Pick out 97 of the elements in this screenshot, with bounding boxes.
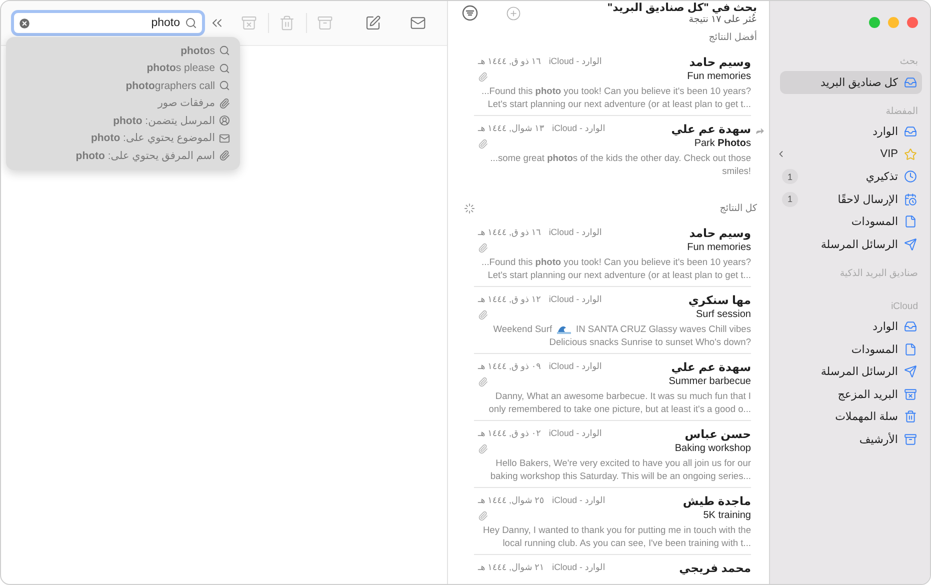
sidebar-heading: بحث bbox=[898, 55, 919, 67]
sender-name: محمد فريجي bbox=[678, 562, 751, 574]
search-icon bbox=[185, 17, 197, 29]
message-preview: ...Found this photo you took! Can you believe it's been 10 years? Let's start planning our next adventure (or at least plan to get t... bbox=[480, 85, 751, 110]
message-preview: Danny, What an awesome barbecue. It was su much fun that I only remembered to take one picture, but at least it's a good o... bbox=[488, 390, 751, 415]
star-icon bbox=[904, 148, 917, 161]
sidebar-item[interactable]: سلة المهملات bbox=[780, 406, 922, 428]
mailbox-label: الوارد - iCloud bbox=[548, 56, 602, 67]
count-badge: 1 bbox=[782, 192, 798, 207]
message-date: ٠٩ ذو ق, ١٤٤٤ هـ bbox=[478, 361, 541, 372]
message-preview: ...some great photos of the kids the other day. Check out those smiles! bbox=[489, 152, 751, 177]
message-preview: IN SANTA CRUZ Glassy waves Chill vibes bbox=[576, 323, 751, 336]
sidebar-heading: iCloud bbox=[890, 300, 919, 312]
section-heading: أفضل النتائج bbox=[708, 32, 757, 42]
message-subject: Park Photos bbox=[693, 138, 751, 149]
sender-name: ماجدة طيش bbox=[682, 494, 751, 508]
plus-icon bbox=[506, 6, 521, 20]
mailbox-label: الوارد - iCloud bbox=[548, 227, 602, 238]
sender-name: مها سنكري bbox=[687, 294, 751, 306]
mailbox-label: الوارد - iCloud bbox=[548, 428, 602, 439]
sender-name: سهدة عم علي bbox=[670, 360, 751, 374]
mailbox-label: الوارد - iCloud bbox=[552, 562, 606, 573]
calendar-icon bbox=[904, 192, 917, 206]
sidebar-item[interactable]: الرسائل المرسلة bbox=[780, 360, 922, 383]
message-preview: Delicious snacks Sunrise to sunset Who's down? bbox=[549, 336, 751, 348]
message-date: ٠٢ ذو ق, ١٤٤٤ هـ bbox=[478, 428, 541, 439]
sender-name: سهدة عم علي bbox=[670, 122, 751, 136]
close-button[interactable] bbox=[907, 17, 918, 28]
message-date: ١٦ ذو ق, ١٤٤٤ هـ bbox=[478, 227, 541, 238]
box-x-icon bbox=[241, 15, 257, 31]
paper-plane-icon bbox=[904, 365, 917, 378]
zoom-button[interactable] bbox=[869, 17, 880, 28]
wave-icon bbox=[557, 324, 572, 334]
message-date: ١٣ شوال, ١٤٤٤ هـ bbox=[478, 123, 544, 134]
sender-name: حسن عباس bbox=[684, 428, 751, 440]
search-field[interactable]: photo bbox=[11, 10, 205, 36]
archive-icon bbox=[904, 432, 917, 446]
compose-icon bbox=[365, 15, 381, 31]
sidebar-item[interactable]: الأرشيف bbox=[780, 428, 922, 450]
message-subject: Surf session bbox=[694, 309, 751, 320]
document-icon bbox=[904, 342, 917, 356]
minimize-button[interactable] bbox=[888, 17, 899, 28]
archive-icon bbox=[317, 15, 333, 31]
message-preview: Hello Bakers, We're very excited to have you all join us for our baking workshop this Saturday. This will be an ongoing series... bbox=[489, 457, 751, 482]
count-badge: 1 bbox=[782, 169, 798, 184]
message-date: ١٢ ذو ق, ١٤٤٤ هـ bbox=[478, 294, 541, 305]
paperclip-icon bbox=[219, 98, 230, 109]
message-item[interactable]: محمد فريجي الوارد - iCloud ٢١ شوال, ١٤٤٤ هـ bbox=[474, 555, 751, 584]
trash-icon bbox=[904, 410, 917, 424]
mailbox-label: الوارد - iCloud bbox=[552, 123, 606, 134]
filter-button[interactable] bbox=[462, 5, 478, 21]
message-date: ٢٥ شوال, ١٤٤٤ هـ bbox=[478, 495, 544, 506]
search-icon bbox=[219, 45, 230, 56]
paper-plane-icon bbox=[904, 238, 917, 251]
message-subject: Fun memories bbox=[686, 242, 751, 253]
sidebar-item[interactable]: المسودات bbox=[780, 210, 922, 233]
envelope-icon bbox=[219, 132, 230, 144]
mailbox-label: الوارد - iCloud bbox=[548, 294, 602, 305]
sender-name: وسيم حامد bbox=[688, 226, 751, 240]
sidebar-heading: صناديق البريد الذكية bbox=[838, 266, 919, 278]
paperclip-icon bbox=[219, 150, 230, 162]
inbox-icon bbox=[904, 320, 917, 334]
sidebar-heading: المفضلة bbox=[884, 104, 919, 116]
message-subject: 5K training bbox=[702, 510, 751, 521]
message-date: ٢١ شوال, ١٤٤٤ هـ bbox=[478, 562, 544, 573]
envelope-icon bbox=[410, 15, 426, 31]
sidebar-item[interactable]: المسودات bbox=[780, 338, 922, 360]
sidebar-item[interactable]: الرسائل المرسلة bbox=[780, 233, 922, 256]
filter-icon bbox=[462, 5, 478, 21]
trash-icon bbox=[279, 15, 295, 31]
message-subject: Fun memories bbox=[686, 71, 751, 82]
clock-icon bbox=[904, 170, 917, 184]
search-title: بحث في "كل صناديق البريد" bbox=[606, 1, 757, 14]
section-heading: كل النتائج bbox=[720, 202, 757, 214]
search-icon bbox=[219, 80, 230, 92]
tray-icon bbox=[904, 76, 917, 89]
result-count: عُثر على ١٧ نتيجة bbox=[688, 14, 757, 25]
mailbox-label: الوارد - iCloud bbox=[552, 495, 606, 506]
person-icon bbox=[219, 115, 230, 126]
mailbox-label: الوارد - iCloud bbox=[548, 361, 602, 372]
sidebar-item[interactable]: البريد المزعج bbox=[780, 383, 922, 406]
sidebar-item[interactable]: الوارد bbox=[780, 316, 922, 338]
message-date: ١٦ ذو ق, ١٤٤٤ هـ bbox=[478, 56, 541, 67]
sidebar-item[interactable]: VIP bbox=[780, 143, 922, 166]
sender-name: وسيم حامد bbox=[688, 56, 751, 68]
inbox-icon bbox=[904, 125, 917, 138]
message-subject: Baking workshop bbox=[674, 443, 751, 454]
junk-icon bbox=[904, 388, 917, 401]
message-preview: Hey Danny, I wanted to thank you for putting me in touch with the local running club. As you can see, I've been training with t... bbox=[482, 524, 751, 549]
message-preview: ...Found this photo you took! Can you believe it's been 10 years? Let's start planning our next adventure (or at least plan to get t... bbox=[480, 256, 751, 281]
message-preview: Weekend Surf bbox=[493, 323, 552, 336]
document-icon bbox=[904, 215, 917, 228]
add-button[interactable] bbox=[506, 6, 521, 20]
sidebar-item[interactable]: كل صناديق البريد bbox=[780, 71, 922, 94]
message-subject: Summer barbecue bbox=[668, 376, 751, 387]
sidebar-item[interactable]: الوارد bbox=[780, 120, 922, 143]
search-icon bbox=[219, 62, 230, 74]
